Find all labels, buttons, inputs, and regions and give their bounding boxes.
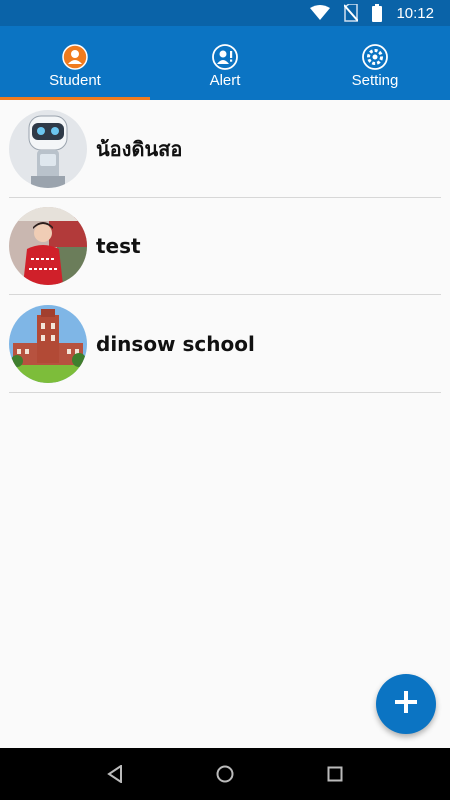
tab-setting-label: Setting [351, 72, 399, 89]
gear-icon [362, 44, 388, 70]
list-item[interactable]: น้องดินสอ [0, 100, 450, 198]
system-nav-bar [0, 748, 450, 800]
student-name: dinsow school [96, 331, 255, 356]
top-tab-bar: Student Alert Setting [0, 26, 450, 100]
status-time: 10:12 [396, 4, 434, 22]
tab-setting[interactable]: Setting [300, 26, 450, 100]
person-red-shirt-avatar [9, 207, 87, 286]
wifi-icon [310, 5, 331, 21]
add-student-button[interactable] [376, 674, 436, 734]
tab-student[interactable]: Student [0, 26, 150, 100]
student-list: น้องดินสอ test dinsow school [0, 100, 450, 393]
home-icon[interactable] [205, 754, 245, 794]
no-sim-icon [344, 4, 359, 22]
robot-avatar [9, 109, 87, 188]
student-name: test [96, 234, 141, 259]
battery-icon [372, 4, 383, 22]
list-item[interactable]: dinsow school [0, 295, 450, 393]
tab-student-label: Student [49, 72, 101, 89]
tab-alert[interactable]: Alert [150, 26, 300, 100]
school-building-avatar [9, 304, 87, 383]
back-icon[interactable] [95, 754, 135, 794]
list-item[interactable]: test [0, 198, 450, 296]
tab-alert-label: Alert [209, 72, 241, 89]
student-name: น้องดินสอ [96, 136, 183, 161]
recents-icon[interactable] [315, 754, 355, 794]
status-bar: 10:12 [0, 0, 450, 26]
person-icon [62, 44, 88, 70]
alert-person-icon [212, 44, 238, 70]
plus-icon [395, 691, 417, 717]
